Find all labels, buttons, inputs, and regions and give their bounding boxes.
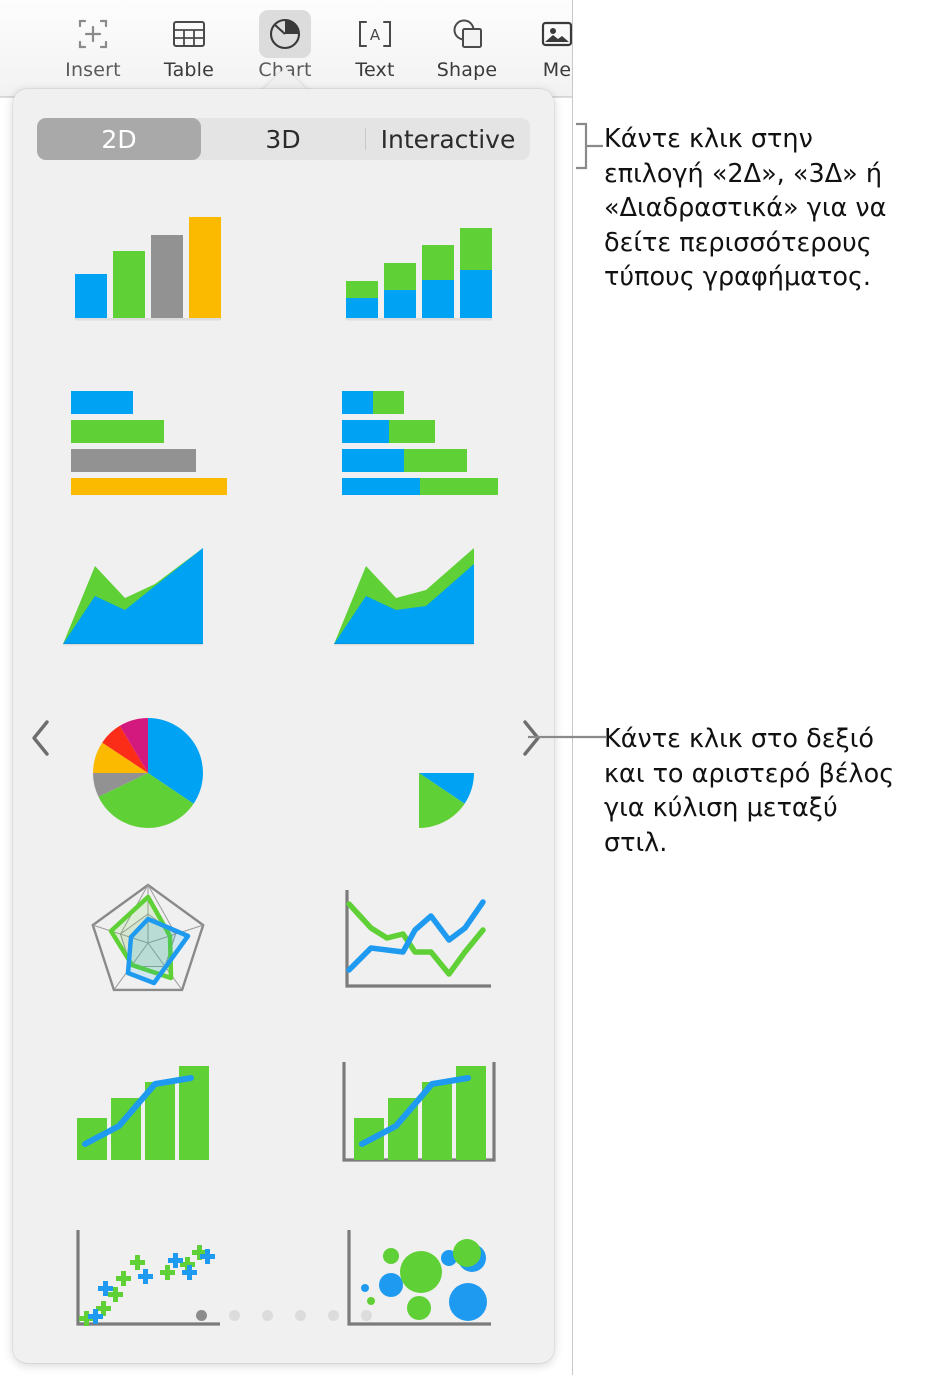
toolbar-item-table[interactable]: Table xyxy=(152,10,226,92)
chart-type-grid xyxy=(13,181,554,1363)
chart-dimension-tabs[interactable]: 2D 3D Interactive xyxy=(37,118,530,160)
toolbar-item-label: Chart xyxy=(258,59,312,81)
tab-2d[interactable]: 2D xyxy=(37,118,201,160)
callout-tabs-text: Κάντε κλικ στην επιλογή «2Δ», «3Δ» ή «Δι… xyxy=(604,124,887,292)
chart-thumb-combo-chart[interactable] xyxy=(13,1026,284,1195)
page-dot[interactable] xyxy=(294,1310,306,1321)
page-dot[interactable] xyxy=(360,1310,372,1321)
chart-thumb-scatter-chart[interactable] xyxy=(13,1195,284,1363)
toolbar: Insert Table Chart A Text Shape Me xyxy=(0,0,572,97)
toolbar-item-shape[interactable]: Shape xyxy=(430,10,504,92)
chart-thumb-radar-chart[interactable] xyxy=(13,857,284,1026)
toolbar-item-media[interactable]: Me xyxy=(520,10,572,92)
chart-thumb-stacked-column-chart[interactable] xyxy=(284,181,555,350)
page-dot[interactable] xyxy=(327,1310,339,1321)
chart-thumb-column-chart[interactable] xyxy=(13,181,284,350)
toolbar-item-label: Shape xyxy=(436,59,498,81)
page-dot[interactable] xyxy=(261,1310,273,1321)
toolbar-item-label: Table xyxy=(163,59,215,81)
svg-text:A: A xyxy=(370,26,381,44)
chart-thumb-area-chart[interactable] xyxy=(13,519,284,688)
page-dot[interactable] xyxy=(195,1310,207,1321)
toolbar-item-text[interactable]: A Text xyxy=(338,10,412,92)
shape-icon xyxy=(441,10,493,58)
chart-thumb-combo-axis-chart[interactable] xyxy=(284,1026,555,1195)
chart-thumb-line-chart[interactable] xyxy=(284,857,555,1026)
page-dot[interactable] xyxy=(228,1310,240,1321)
table-icon xyxy=(163,10,215,58)
media-icon xyxy=(531,10,572,58)
callout-arrows-text: Κάντε κλικ στο δεξιό και το αριστερό βέλ… xyxy=(604,724,895,858)
tab-interactive[interactable]: Interactive xyxy=(366,118,530,160)
page-indicator[interactable] xyxy=(13,1310,554,1321)
chart-pie-icon xyxy=(259,10,311,58)
toolbar-item-chart[interactable]: Chart xyxy=(248,10,322,92)
callout-leader-bracket-tabs xyxy=(576,122,603,170)
chart-thumb-stacked-area-chart[interactable] xyxy=(284,519,555,688)
toolbar-item-label: Me xyxy=(542,59,572,81)
insert-icon xyxy=(67,10,119,58)
prev-page-arrow-button[interactable] xyxy=(18,710,64,766)
toolbar-item-label: Insert xyxy=(65,59,121,81)
tab-3d[interactable]: 3D xyxy=(201,118,365,160)
chart-thumb-bar-chart[interactable] xyxy=(13,350,284,519)
chart-thumb-bubble-chart[interactable] xyxy=(284,1195,555,1363)
app-window: Insert Table Chart A Text Shape Me 2D 3D… xyxy=(0,0,573,1375)
chart-type-popover: 2D 3D Interactive xyxy=(13,89,554,1363)
toolbar-item-label: Text xyxy=(355,59,395,81)
chart-thumb-stacked-bar-chart[interactable] xyxy=(284,350,555,519)
chevron-left-icon xyxy=(32,720,49,756)
text-box-icon: A xyxy=(349,10,401,58)
callout-leader-line-arrows xyxy=(528,735,606,739)
toolbar-item-insert[interactable]: Insert xyxy=(56,10,130,92)
